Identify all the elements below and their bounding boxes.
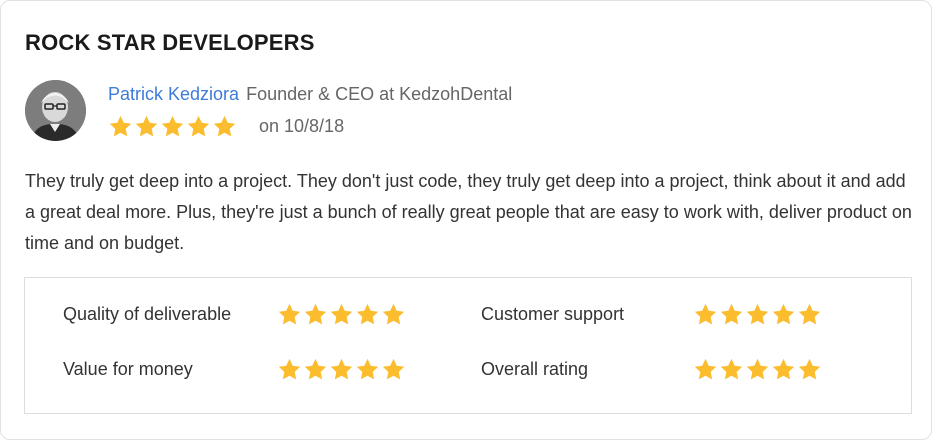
star-icon — [213, 115, 236, 137]
rating-stars — [693, 302, 822, 327]
rating-label: Customer support — [481, 304, 625, 324]
star-icon — [798, 358, 821, 380]
rating-label: Overall rating — [481, 359, 589, 379]
star-icon — [356, 303, 379, 325]
star-icon — [161, 115, 184, 137]
avatar — [25, 80, 86, 141]
star-icon — [746, 303, 769, 325]
star-icon — [135, 115, 158, 137]
star-icon — [304, 303, 327, 325]
star-icon — [798, 303, 821, 325]
star-icon — [330, 303, 353, 325]
rating-stars — [277, 302, 406, 327]
star-icon — [694, 358, 717, 380]
avatar-photo — [25, 80, 86, 141]
rating-stars — [277, 357, 406, 382]
rating-stars — [693, 357, 822, 382]
star-icon — [746, 358, 769, 380]
rating-label: Value for money — [63, 359, 193, 379]
star-icon — [694, 303, 717, 325]
star-icon — [382, 358, 405, 380]
rating-label: Quality of deliverable — [63, 304, 232, 324]
star-icon — [720, 303, 743, 325]
star-icon — [278, 358, 301, 380]
star-icon — [720, 358, 743, 380]
reviewer-role: Founder & CEO at KedzohDental — [246, 84, 513, 104]
review-date: on 10/8/18 — [259, 116, 345, 136]
reviewer-line: Patrick Kedziora Founder & CEO at Kedzoh… — [108, 84, 512, 105]
ratings-breakdown: Quality of deliverable Customer support … — [24, 277, 912, 414]
review-card: ROCK STAR DEVELOPERS Patrick Kedziora Fo… — [0, 0, 932, 440]
reviewer-name-link[interactable]: Patrick Kedziora — [108, 84, 239, 104]
reviewer-rating-stars — [108, 114, 237, 139]
rating-value: Value for money — [63, 357, 406, 382]
star-icon — [356, 358, 379, 380]
rating-customer-support: Customer support — [481, 302, 822, 327]
review-title: ROCK STAR DEVELOPERS — [25, 30, 315, 55]
star-icon — [109, 115, 132, 137]
review-text: They truly get deep into a project. They… — [25, 171, 912, 253]
star-icon — [330, 358, 353, 380]
star-icon — [304, 358, 327, 380]
star-icon — [772, 358, 795, 380]
star-icon — [278, 303, 301, 325]
star-icon — [187, 115, 210, 137]
star-icon — [382, 303, 405, 325]
rating-quality: Quality of deliverable — [63, 302, 406, 327]
rating-overall: Overall rating — [481, 357, 822, 382]
star-icon — [772, 303, 795, 325]
